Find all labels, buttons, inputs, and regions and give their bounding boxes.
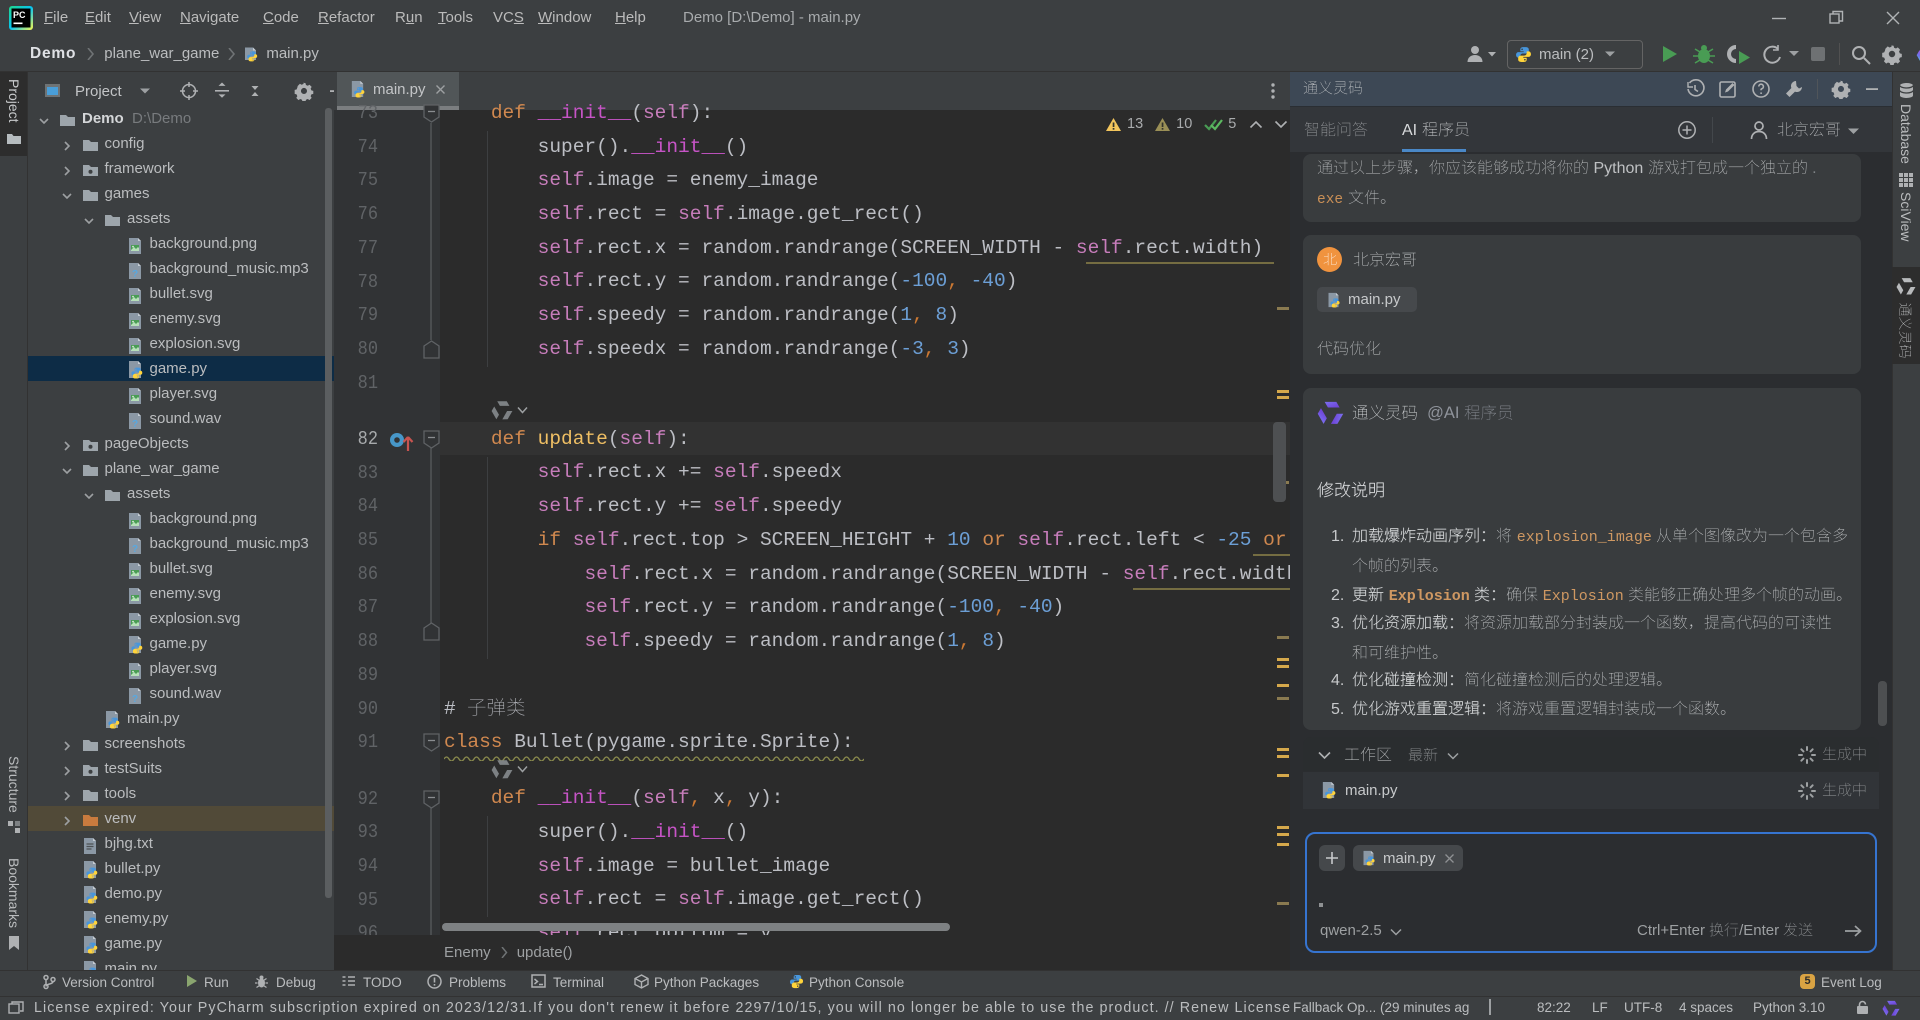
svg-text:?: ? <box>132 544 138 555</box>
svg-text:PC: PC <box>13 10 26 20</box>
svg-text:?: ? <box>132 694 138 705</box>
svg-text:?: ? <box>132 419 138 430</box>
svg-text:?: ? <box>132 269 138 280</box>
